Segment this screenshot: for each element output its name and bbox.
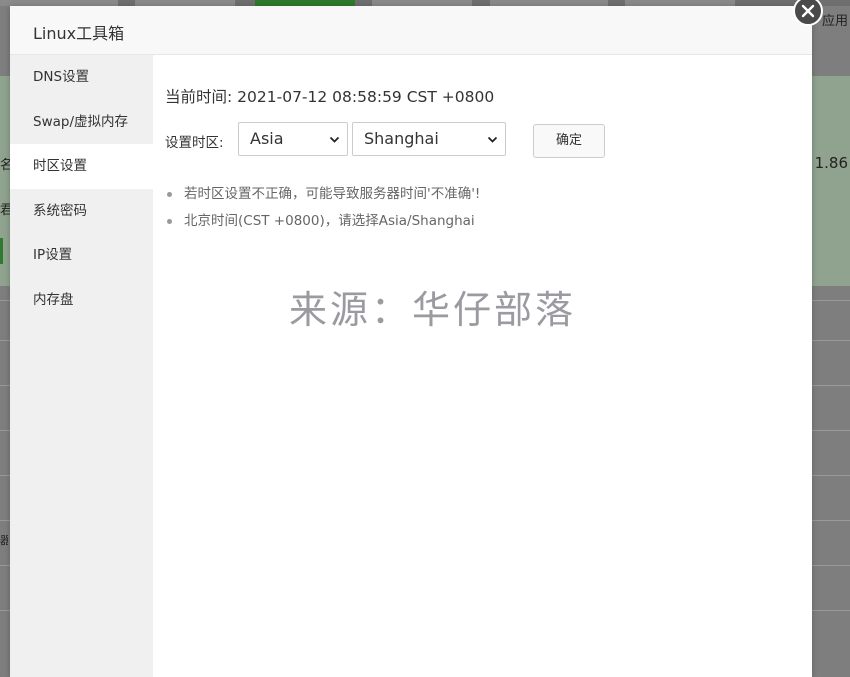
linux-toolbox-dialog: Linux工具箱 DNS设置 Swap/虚拟内存 时区设置 系统密码 IP设置 … bbox=[10, 0, 823, 677]
sidebar-item-dns[interactable]: DNS设置 bbox=[10, 55, 153, 100]
dialog-header: Linux工具箱 bbox=[10, 6, 812, 55]
dialog-sidebar: DNS设置 Swap/虚拟内存 时区设置 系统密码 IP设置 内存盘 bbox=[10, 55, 153, 677]
region-select[interactable]: Asia bbox=[238, 122, 348, 156]
watermark: 来源：华仔部落 bbox=[289, 288, 577, 332]
city-select[interactable]: Shanghai bbox=[352, 122, 506, 156]
sidebar-item-swap[interactable]: Swap/虚拟内存 bbox=[10, 100, 153, 145]
confirm-button[interactable]: 确定 bbox=[533, 124, 605, 158]
dialog-title: Linux工具箱 bbox=[33, 24, 125, 43]
current-time-label: 当前时间: bbox=[165, 88, 233, 106]
sidebar-item-ip[interactable]: IP设置 bbox=[10, 233, 153, 278]
city-select-value: Shanghai bbox=[364, 129, 439, 148]
background-left-fragment: 名 bbox=[0, 158, 10, 173]
current-time-value: 2021-07-12 08:58:59 CST +0800 bbox=[237, 88, 495, 106]
tip-item: 若时区设置不正确，可能导致服务器时间'不准确'! bbox=[165, 183, 480, 210]
sidebar-item-password[interactable]: 系统密码 bbox=[10, 189, 153, 234]
tip-item: 北京时间(CST +0800)，请选择Asia/Shanghai bbox=[165, 210, 480, 237]
background-right-value: 1.86 bbox=[814, 154, 848, 172]
background-left-fragment: 器 bbox=[0, 534, 8, 547]
timezone-tips: 若时区设置不正确，可能导致服务器时间'不准确'! 北京时间(CST +0800)… bbox=[165, 183, 480, 237]
chevron-down-icon bbox=[487, 136, 498, 143]
sidebar-item-timezone[interactable]: 时区设置 bbox=[10, 144, 153, 189]
background-left-fragment: 君 bbox=[0, 203, 10, 218]
sidebar-item-ramdisk[interactable]: 内存盘 bbox=[10, 278, 153, 323]
chevron-down-icon bbox=[329, 136, 340, 143]
background-left-marker bbox=[0, 238, 3, 264]
timezone-label: 设置时区: bbox=[165, 135, 224, 151]
region-select-value: Asia bbox=[250, 129, 284, 148]
timezone-panel: 当前时间: 2021-07-12 08:58:59 CST +0800 设置时区… bbox=[153, 55, 812, 677]
background-right-label: 应用 bbox=[821, 14, 848, 29]
current-time: 当前时间: 2021-07-12 08:58:59 CST +0800 bbox=[165, 85, 494, 107]
close-icon bbox=[801, 4, 815, 18]
